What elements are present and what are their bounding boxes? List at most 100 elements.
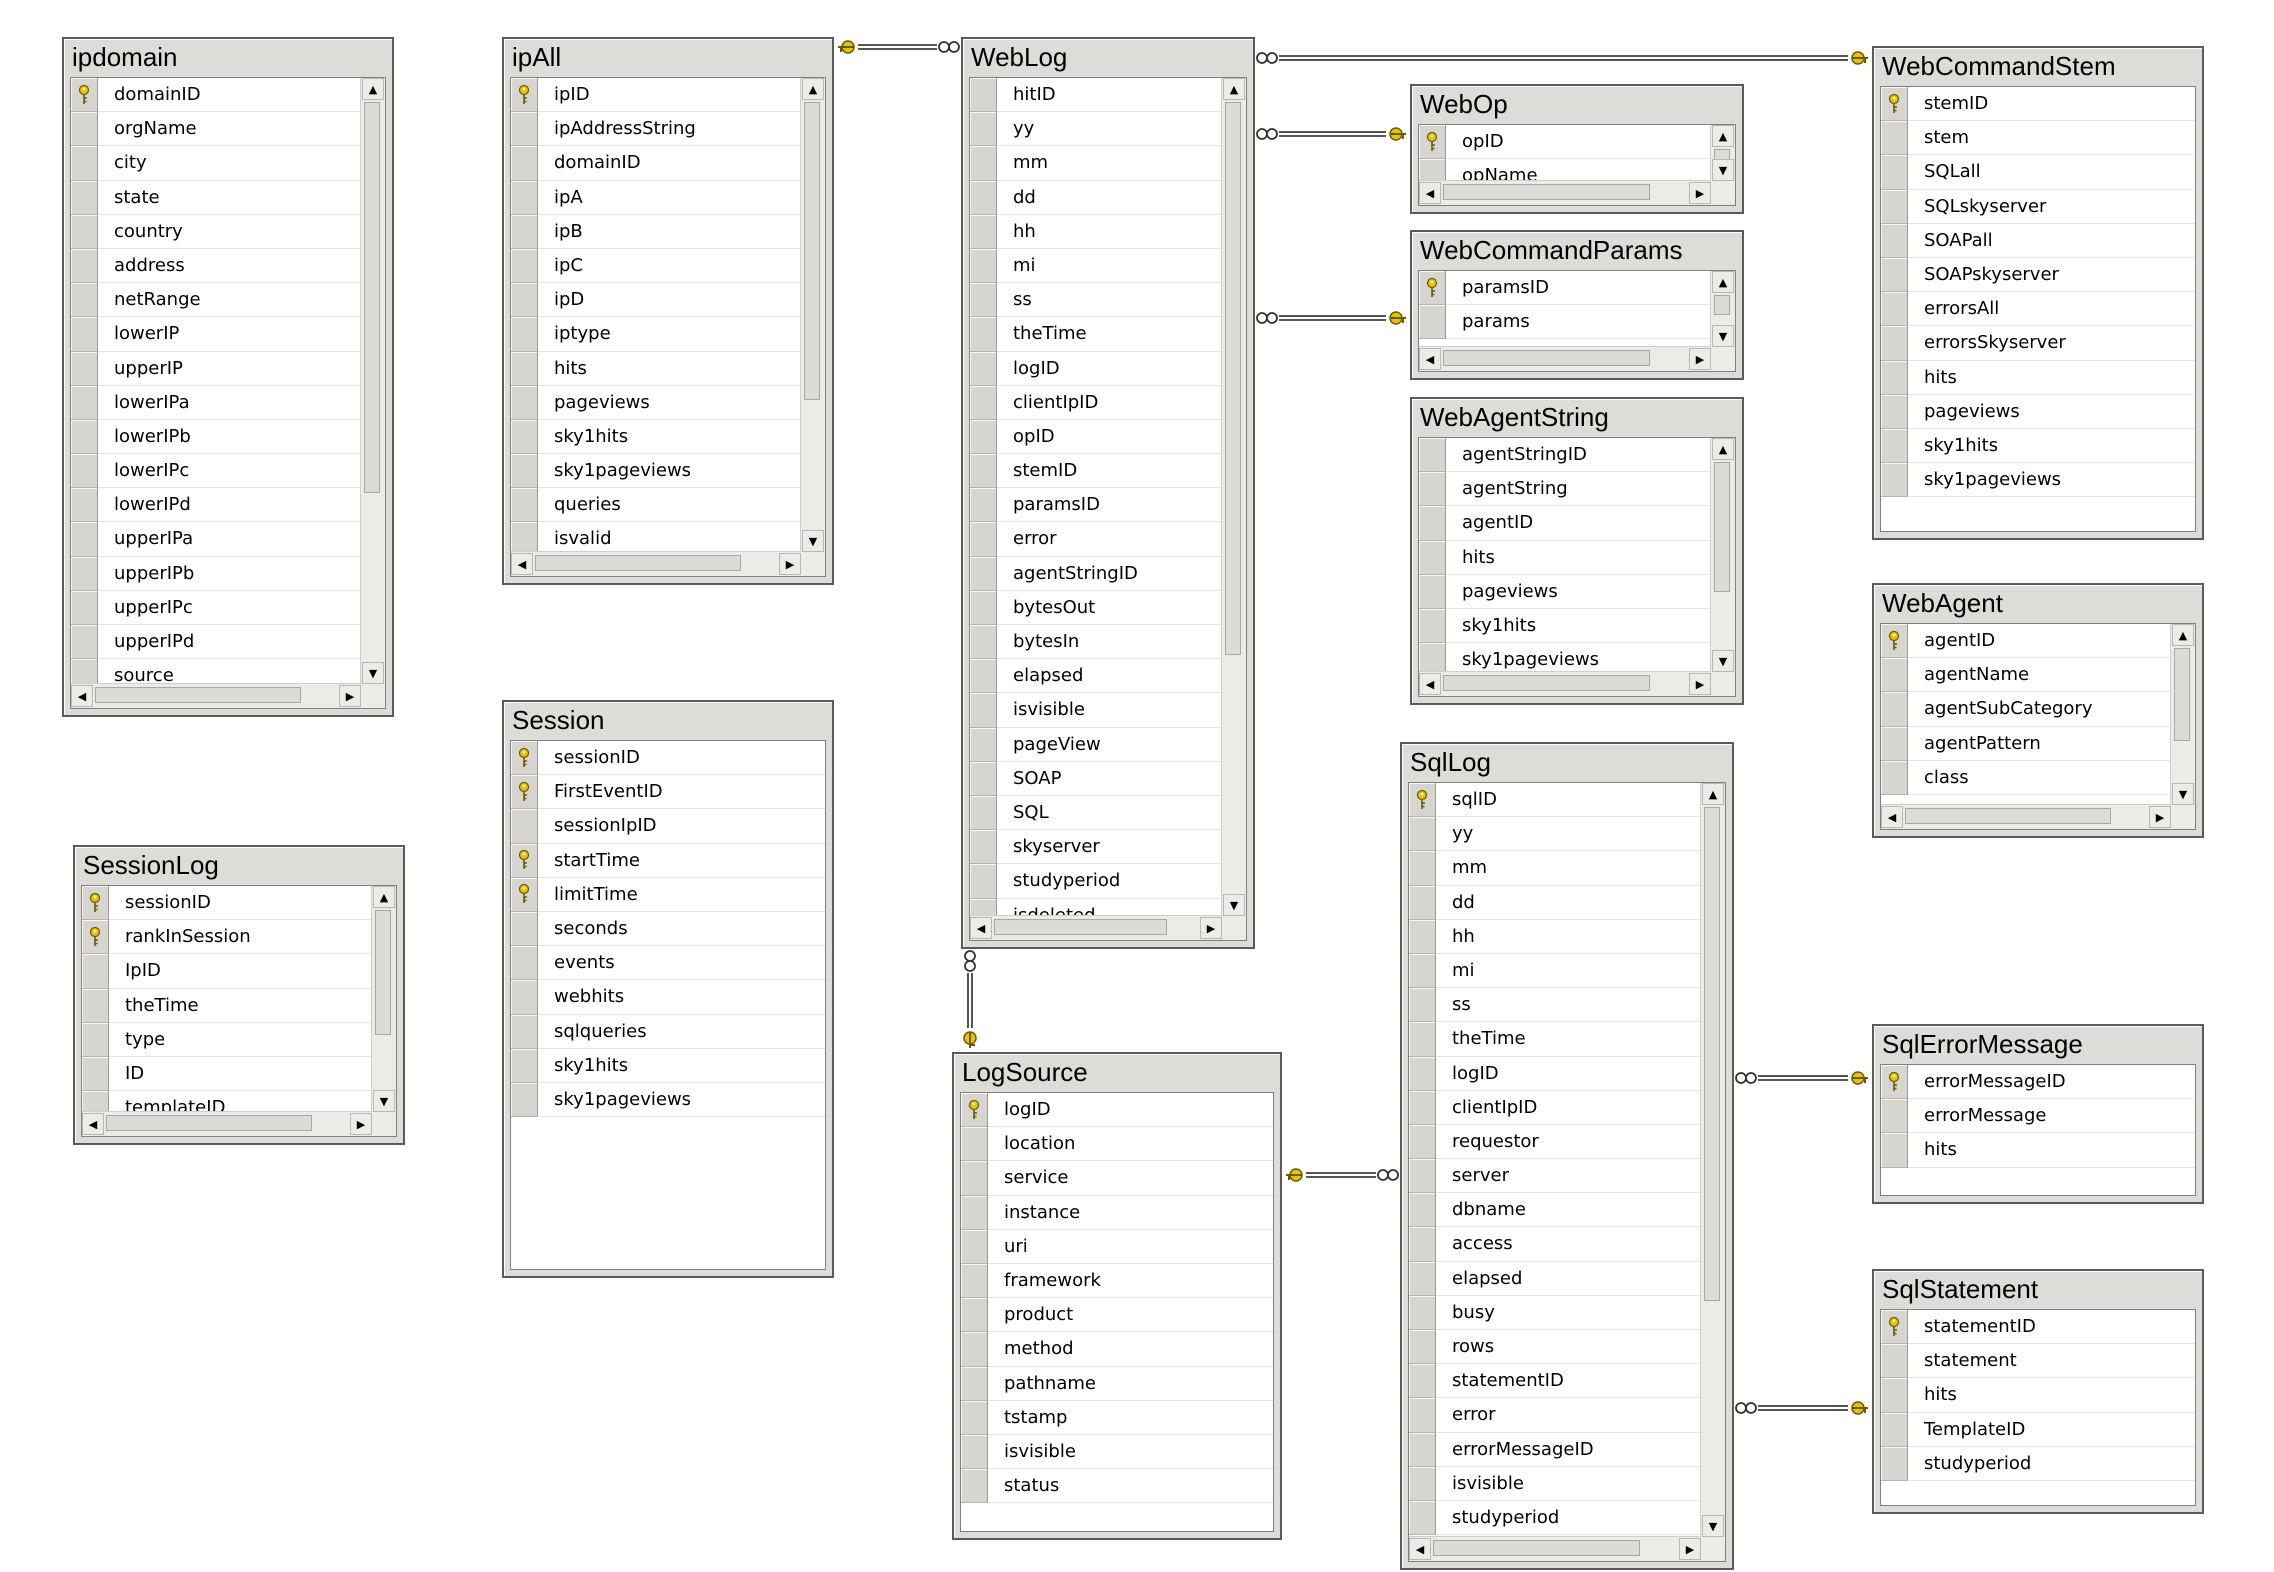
column-row[interactable]: errorMessageID xyxy=(1409,1432,1701,1467)
scroll-right-button[interactable]: ▶ xyxy=(339,685,361,707)
row-selector[interactable] xyxy=(511,317,538,352)
column-row[interactable]: hitID xyxy=(970,78,1222,113)
column-row[interactable]: hits xyxy=(1881,1133,2195,1168)
row-selector[interactable] xyxy=(511,911,538,947)
column-row[interactable]: sky1hits xyxy=(1419,608,1711,644)
row-selector[interactable] xyxy=(1881,1412,1908,1447)
row-selector[interactable] xyxy=(82,1091,109,1112)
scroll-thumb[interactable] xyxy=(95,687,301,703)
column-row[interactable]: sky1pageviews xyxy=(1419,643,1711,672)
column-row[interactable]: templateID xyxy=(82,1091,372,1112)
column-row[interactable]: hh xyxy=(970,214,1222,249)
vertical-scrollbar[interactable]: ▲ ▼ xyxy=(1710,271,1735,347)
column-row[interactable]: clientIpID xyxy=(1409,1090,1701,1125)
table-title[interactable]: SqlStatement xyxy=(1874,1271,2202,1307)
row-selector[interactable] xyxy=(1419,540,1446,575)
column-row[interactable]: hits xyxy=(1881,1378,2195,1413)
relationship-line[interactable] xyxy=(1286,1168,1399,1182)
scroll-down-button[interactable]: ▼ xyxy=(1712,325,1734,347)
scroll-thumb[interactable] xyxy=(106,1115,312,1131)
column-row[interactable]: upperIPd xyxy=(71,625,361,660)
column-row[interactable]: mm xyxy=(970,146,1222,181)
row-selector[interactable] xyxy=(82,1056,109,1092)
row-selector[interactable] xyxy=(71,488,98,523)
column-row[interactable]: rows xyxy=(1409,1330,1701,1365)
column-row[interactable]: ipB xyxy=(511,214,801,249)
row-selector[interactable] xyxy=(511,112,538,147)
column-row[interactable]: agentString xyxy=(1419,472,1711,507)
column-row[interactable]: events xyxy=(511,946,825,981)
scroll-thumb[interactable] xyxy=(1433,1540,1641,1556)
column-row[interactable]: status xyxy=(961,1469,1273,1504)
column-row[interactable]: hh xyxy=(1409,919,1701,954)
column-row[interactable]: dd xyxy=(970,180,1222,215)
horizontal-scrollbar[interactable]: ◀ ▶ xyxy=(1419,180,1711,205)
horizontal-scrollbar[interactable]: ◀ ▶ xyxy=(970,915,1222,940)
row-selector[interactable] xyxy=(71,146,98,181)
column-row[interactable]: sky1hits xyxy=(511,419,801,455)
row-selector[interactable] xyxy=(970,795,997,831)
row-selector[interactable] xyxy=(82,954,109,989)
table-title[interactable]: WebLog xyxy=(963,39,1253,75)
row-selector[interactable] xyxy=(1419,125,1446,160)
column-row[interactable]: FirstEventID xyxy=(511,775,825,810)
column-row[interactable]: source xyxy=(71,659,361,684)
row-selector[interactable] xyxy=(71,419,98,455)
scroll-right-button[interactable]: ▶ xyxy=(350,1113,372,1135)
row-selector[interactable] xyxy=(1881,1065,1908,1100)
row-selector[interactable] xyxy=(511,843,538,878)
row-selector[interactable] xyxy=(961,1263,988,1299)
scroll-left-button[interactable]: ◀ xyxy=(82,1113,104,1135)
column-row[interactable]: logID xyxy=(1409,1056,1701,1091)
column-row[interactable]: hits xyxy=(1419,540,1711,575)
column-row[interactable]: sky1pageviews xyxy=(1881,463,2195,498)
row-selector[interactable] xyxy=(1409,1466,1436,1501)
column-row[interactable]: method xyxy=(961,1332,1273,1367)
column-row[interactable]: error xyxy=(1409,1398,1701,1433)
scroll-left-button[interactable]: ◀ xyxy=(970,917,992,939)
row-selector[interactable] xyxy=(1881,223,1908,258)
column-row[interactable]: domainID xyxy=(71,78,361,113)
table-title[interactable]: WebOp xyxy=(1412,86,1742,122)
column-row[interactable]: sky1hits xyxy=(511,1048,825,1083)
scroll-thumb[interactable] xyxy=(1714,462,1730,593)
column-row[interactable]: sessionID xyxy=(511,741,825,776)
table-title[interactable]: SqlLog xyxy=(1402,744,1732,780)
column-row[interactable]: server xyxy=(1409,1159,1701,1194)
row-selector[interactable] xyxy=(1881,1344,1908,1379)
table-ipall[interactable]: ipAll ipID ipAddressString domainID ipA ipB ip… xyxy=(502,37,834,585)
row-selector[interactable] xyxy=(511,419,538,455)
table-sqllog[interactable]: SqlLog sqlID yy mm dd hh mi ss theTime logID clien… xyxy=(1400,742,1734,1570)
table-title[interactable]: SessionLog xyxy=(75,847,403,883)
column-row[interactable]: ss xyxy=(1409,988,1701,1023)
row-selector[interactable] xyxy=(970,214,997,249)
row-selector[interactable] xyxy=(511,522,538,552)
row-selector[interactable] xyxy=(1881,624,1908,659)
column-row[interactable]: ID xyxy=(82,1056,372,1092)
scroll-down-button[interactable]: ▼ xyxy=(373,1090,395,1112)
table-webagent[interactable]: WebAgent agentID agentName agentSubCategory… xyxy=(1872,583,2204,838)
row-selector[interactable] xyxy=(970,556,997,591)
column-row[interactable]: clientIpID xyxy=(970,385,1222,420)
row-selector[interactable] xyxy=(1419,438,1446,473)
vertical-scrollbar[interactable]: ▲ ▼ xyxy=(800,78,825,552)
column-row[interactable]: errorMessageID xyxy=(1881,1065,2195,1100)
scroll-right-button[interactable]: ▶ xyxy=(779,553,801,575)
scroll-up-button[interactable]: ▲ xyxy=(362,78,384,100)
column-row[interactable]: sqlqueries xyxy=(511,1014,825,1049)
row-selector[interactable] xyxy=(961,1195,988,1230)
row-selector[interactable] xyxy=(961,1161,988,1196)
row-selector[interactable] xyxy=(1409,1295,1436,1330)
row-selector[interactable] xyxy=(970,419,997,455)
row-selector[interactable] xyxy=(1409,817,1436,852)
row-selector[interactable] xyxy=(511,78,538,113)
column-row[interactable]: logID xyxy=(961,1093,1273,1128)
vertical-scrollbar[interactable]: ▲ ▼ xyxy=(360,78,385,684)
row-selector[interactable] xyxy=(1409,1090,1436,1125)
vertical-scrollbar[interactable]: ▲ ▼ xyxy=(371,886,396,1112)
scroll-left-button[interactable]: ◀ xyxy=(1409,1538,1431,1560)
table-webcommandstem[interactable]: WebCommandStem stemID stem SQLall SQLskyserv… xyxy=(1872,46,2204,540)
row-selector[interactable] xyxy=(1881,292,1908,327)
row-selector[interactable] xyxy=(961,1366,988,1401)
column-row[interactable]: service xyxy=(961,1161,1273,1196)
